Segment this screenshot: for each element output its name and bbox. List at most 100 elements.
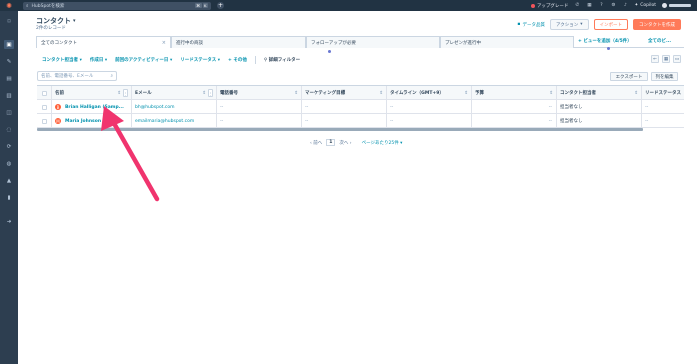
edit-columns-button[interactable]: 列を編集	[651, 72, 678, 81]
email-cell: emailmaria@hubspot.com	[132, 114, 217, 128]
record-count: 2件のレコード	[36, 26, 66, 31]
help-icon[interactable]: ?	[598, 3, 604, 8]
tab-label: 進行中の商談	[176, 40, 203, 46]
tab-all-contacts[interactable]: 全てのコンタクト ×	[36, 36, 171, 48]
sales-icon[interactable]: ▥	[4, 91, 14, 100]
column-header-phone[interactable]: 電話番号 ⇕	[217, 86, 302, 100]
pagination: ‹ 前へ 1 次へ › ページあたり25件 ▾	[310, 139, 402, 146]
library-icon[interactable]: ▮	[4, 193, 14, 202]
name-cell[interactable]: M Maria Johnson	[52, 114, 132, 128]
column-header-timeline[interactable]: タイムライン（GMT+9） ⇕	[387, 86, 472, 100]
table-search-placeholder: 名前、電話番号、Eメール	[41, 74, 94, 79]
automation-icon[interactable]: ⟳	[4, 142, 14, 151]
filter-create-date[interactable]: 作成日 ▾	[90, 57, 107, 63]
calling-icon[interactable]: ✆	[574, 3, 580, 8]
hubspot-logo-icon[interactable]: ✺	[0, 0, 18, 11]
data-icon[interactable]: ◍	[4, 159, 14, 168]
create-contact-button[interactable]: コンタクトを作成	[633, 19, 681, 30]
column-header-marketing[interactable]: マーケティング目標 ⇕	[302, 86, 387, 100]
filter-last-activity[interactable]: 前回のアクティビティー日 ▾	[115, 57, 172, 63]
next-page-button[interactable]: 次へ ›	[339, 140, 351, 146]
current-page[interactable]: 1	[326, 139, 336, 146]
contact-name-link[interactable]: Maria Johnson	[65, 119, 101, 124]
upgrade-icon	[530, 3, 535, 8]
contact-name-link[interactable]: Brian Halligan (Samp...	[65, 105, 124, 110]
phone-cell: --	[217, 100, 302, 114]
column-header-lead-status[interactable]: リードステータス	[642, 86, 684, 100]
upgrade-button[interactable]: アップグレード	[530, 3, 568, 9]
tab-follow-up[interactable]: フォローアップが必要	[306, 36, 440, 48]
filter-icon: ⚲	[263, 58, 268, 63]
row-checkbox[interactable]	[41, 118, 47, 124]
collapse-nav-icon[interactable]: ➜	[4, 217, 14, 226]
export-button[interactable]: エクスポート	[610, 72, 648, 81]
per-page-dropdown[interactable]: ページあたり25件 ▾	[362, 140, 403, 146]
table-row[interactable]: M Maria Johnson emailmaria@hubspot.com -…	[37, 114, 684, 128]
row-checkbox-cell	[37, 100, 52, 114]
advanced-filter-button[interactable]: ⚲ 詳細フィルター	[264, 57, 300, 63]
shortcut-key: K	[202, 3, 208, 8]
filter-lead-status[interactable]: リードステータス ▾	[180, 57, 220, 63]
copilot-label: Copilot	[640, 3, 656, 8]
table-search-input[interactable]: 名前、電話番号、Eメール ⌕	[37, 71, 117, 81]
quick-create-button[interactable]: +	[217, 2, 224, 9]
marketing-icon[interactable]: ✎	[4, 57, 14, 66]
content-icon[interactable]: ▤	[4, 74, 14, 83]
save-view-icon[interactable]: ▭	[673, 55, 681, 63]
crm-icon[interactable]: ▣	[4, 40, 14, 49]
table-view-icon[interactable]: ▦	[662, 55, 670, 63]
data-quality-link[interactable]: ▪ データ品質	[517, 22, 545, 28]
column-header-email[interactable]: Eメール ⇕ ⋮	[132, 86, 217, 100]
settings-icon[interactable]: ⚙	[610, 3, 616, 8]
shortcut-key: ⌘	[194, 3, 202, 8]
column-header-name[interactable]: 名前 ⇕ ⋮	[52, 86, 132, 100]
account-menu[interactable]	[662, 3, 691, 8]
add-view-button[interactable]: + ビューを追加（4/5件）	[578, 38, 632, 44]
filter-bar: コンタクト担当者 ▾ 作成日 ▾ 前回のアクティビティー日 ▾ リードステータス…	[42, 56, 300, 64]
filter-contact-owner[interactable]: コンタクト担当者 ▾	[42, 57, 82, 63]
import-button[interactable]: インポート	[593, 19, 628, 30]
column-header-budget[interactable]: 予算 ⇕	[472, 86, 557, 100]
column-menu-icon[interactable]: ⋮	[123, 89, 128, 97]
copilot-icon: ✦	[634, 3, 639, 8]
account-name-redacted	[669, 4, 691, 7]
column-menu-icon[interactable]: ⋮	[208, 89, 213, 97]
global-search-input[interactable]: ⌕ HubSpotを検索 ⌘ K	[23, 1, 211, 10]
row-checkbox[interactable]	[41, 104, 47, 110]
left-nav: ⌑ ▣ ✎ ▤ ▥ ◫ ◌ ⟳ ◍ ▲ ▮ ➜	[0, 11, 18, 364]
marketing-cell: --	[302, 100, 387, 114]
bookmarks-icon[interactable]: ⌑	[4, 17, 14, 26]
data-quality-label: データ品質	[522, 22, 545, 28]
name-cell[interactable]: B Brian Halligan (Samp...	[52, 100, 132, 114]
select-all-checkbox[interactable]	[41, 90, 47, 96]
table-row[interactable]: B Brian Halligan (Samp... bh@hubspot.com…	[37, 100, 684, 114]
owner-cell: 担当者なし	[557, 114, 642, 128]
filter-more[interactable]: + その他	[228, 57, 247, 63]
new-indicator-dot	[328, 50, 331, 53]
close-icon[interactable]: ×	[162, 40, 166, 46]
all-views-button[interactable]: 全てのビ...	[648, 38, 671, 44]
board-view-icon[interactable]: ←	[651, 55, 659, 63]
commerce-icon[interactable]: ◫	[4, 108, 14, 117]
phone-cell: --	[217, 114, 302, 128]
top-bar: ✺ ⌕ HubSpotを検索 ⌘ K + アップグレード ✆ ▦ ? ⚙ ♪ ✦…	[0, 0, 697, 11]
actions-button[interactable]: アクション ▾	[549, 19, 589, 30]
owner-cell: 担当者なし	[557, 100, 642, 114]
tab-open-deals[interactable]: 進行中の商談	[171, 36, 306, 48]
tab-presentation[interactable]: プレゼンが進行中	[440, 36, 574, 48]
avatar: B	[55, 104, 61, 110]
column-header-owner[interactable]: コンタクト担当者 ⇕	[557, 86, 642, 100]
reporting-icon[interactable]: ▲	[4, 176, 14, 185]
sort-icon: ⇕	[464, 90, 468, 96]
horizontal-scrollbar[interactable]	[37, 128, 643, 131]
marketing-cell: --	[302, 114, 387, 128]
search-icon: ⌕	[110, 74, 113, 79]
contacts-table: 名前 ⇕ ⋮ Eメール ⇕ ⋮ 電話番号 ⇕ マーケティング目標 ⇕ タイムライン（…	[37, 85, 684, 131]
copilot-button[interactable]: ✦ Copilot	[634, 3, 656, 8]
row-checkbox-cell	[37, 114, 52, 128]
notifications-icon[interactable]: ♪	[622, 3, 628, 8]
prev-page-button[interactable]: ‹ 前へ	[310, 140, 322, 146]
service-icon[interactable]: ◌	[4, 125, 14, 134]
import-label: インポート	[599, 22, 623, 28]
marketplace-icon[interactable]: ▦	[586, 3, 592, 8]
